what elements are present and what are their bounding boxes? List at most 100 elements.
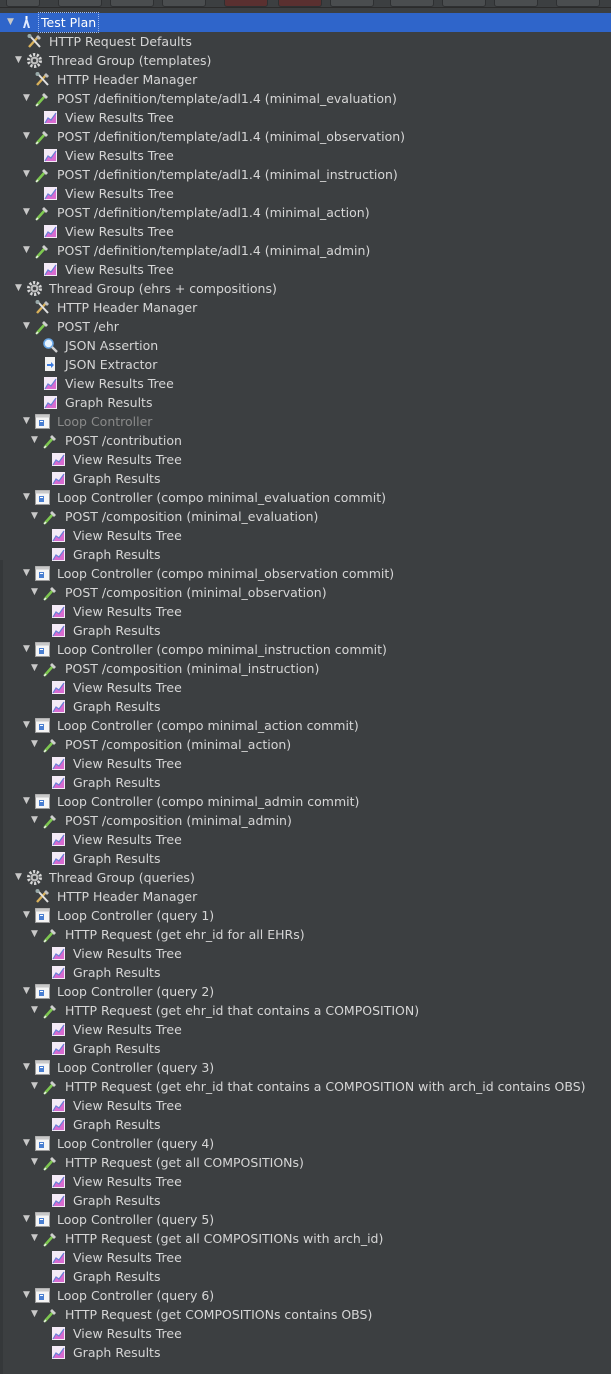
expand-toggle-icon[interactable]: ▼ (21, 1134, 32, 1153)
expand-toggle-icon[interactable]: ▼ (29, 431, 40, 450)
toolbar-button[interactable] (278, 0, 322, 7)
http-header-manager-node[interactable]: HTTP Header Manager (0, 70, 611, 89)
graph-results-node[interactable]: Graph Results (0, 849, 611, 868)
expand-toggle-icon[interactable]: ▼ (29, 735, 40, 754)
sampler-node[interactable]: ▼ HTTP Request (get ehr_id that contains … (0, 1077, 611, 1096)
view-results-tree-node[interactable]: View Results Tree (0, 1324, 611, 1343)
json-assertion-node[interactable]: JSON Assertion (0, 336, 611, 355)
expand-toggle-icon[interactable]: ▼ (21, 640, 32, 659)
expand-toggle-icon[interactable]: ▼ (5, 13, 16, 32)
expand-toggle-icon[interactable]: ▼ (21, 89, 32, 108)
loop-controller-node[interactable]: ▼ Loop Controller (query 3) (0, 1058, 611, 1077)
expand-toggle-icon[interactable]: ▼ (13, 51, 24, 70)
loop-controller-node[interactable]: ▼ Loop Controller (0, 412, 611, 431)
graph-results-node[interactable]: Graph Results (0, 1115, 611, 1134)
graph-results-node[interactable]: Graph Results (0, 1343, 611, 1362)
expand-toggle-icon[interactable]: ▼ (21, 1058, 32, 1077)
view-results-tree-node[interactable]: View Results Tree (0, 374, 611, 393)
view-results-tree-node[interactable]: View Results Tree (0, 1248, 611, 1267)
sampler-node[interactable]: ▼ POST /contribution (0, 431, 611, 450)
graph-results-node[interactable]: Graph Results (0, 1039, 611, 1058)
toolbar-button[interactable] (442, 0, 486, 7)
view-results-tree-node[interactable]: View Results Tree (0, 944, 611, 963)
expand-toggle-icon[interactable]: ▼ (21, 165, 32, 184)
sampler-node[interactable]: ▼ POST /definition/template/adl1.4 (minim… (0, 127, 611, 146)
expand-toggle-icon[interactable]: ▼ (21, 241, 32, 260)
graph-results-node[interactable]: Graph Results (0, 773, 611, 792)
view-results-tree-node[interactable]: View Results Tree (0, 678, 611, 697)
sampler-node[interactable]: ▼ HTTP Request (get ehr_id for all EHRs) (0, 925, 611, 944)
sampler-node[interactable]: ▼ POST /definition/template/adl1.4 (minim… (0, 165, 611, 184)
sampler-node[interactable]: ▼ POST /composition (minimal_admin) (0, 811, 611, 830)
view-results-tree-node[interactable]: View Results Tree (0, 1172, 611, 1191)
graph-results-node[interactable]: Graph Results (0, 963, 611, 982)
expand-toggle-icon[interactable]: ▼ (21, 792, 32, 811)
view-results-tree-node[interactable]: View Results Tree (0, 260, 611, 279)
graph-results-node[interactable]: Graph Results (0, 1267, 611, 1286)
http-header-manager-node[interactable]: HTTP Header Manager (0, 298, 611, 317)
sampler-node[interactable]: ▼ POST /definition/template/adl1.4 (minim… (0, 89, 611, 108)
expand-toggle-icon[interactable]: ▼ (29, 1001, 40, 1020)
view-results-tree-node[interactable]: View Results Tree (0, 602, 611, 621)
sampler-node[interactable]: ▼ HTTP Request (get COMPOSITIONs contains… (0, 1305, 611, 1324)
view-results-tree-node[interactable]: View Results Tree (0, 222, 611, 241)
loop-controller-node[interactable]: ▼ Loop Controller (query 6) (0, 1286, 611, 1305)
view-results-tree-node[interactable]: View Results Tree (0, 1020, 611, 1039)
sampler-node[interactable]: ▼ HTTP Request (get all COMPOSITIONs) (0, 1153, 611, 1172)
sampler-node[interactable]: ▼ POST /definition/template/adl1.4 (minim… (0, 241, 611, 260)
expand-toggle-icon[interactable]: ▼ (21, 488, 32, 507)
sampler-node[interactable]: ▼ HTTP Request (get all COMPOSITIONs with… (0, 1229, 611, 1248)
view-results-tree-node[interactable]: View Results Tree (0, 754, 611, 773)
toolbar-button[interactable] (224, 0, 268, 7)
expand-toggle-icon[interactable]: ▼ (13, 279, 24, 298)
toolbar-button[interactable] (556, 0, 600, 7)
expand-toggle-icon[interactable]: ▼ (29, 1153, 40, 1172)
loop-controller-node[interactable]: ▼ Loop Controller (compo minimal_admin co… (0, 792, 611, 811)
graph-results-node[interactable]: Graph Results (0, 393, 611, 412)
expand-toggle-icon[interactable]: ▼ (13, 868, 24, 887)
loop-controller-node[interactable]: ▼ Loop Controller (query 4) (0, 1134, 611, 1153)
toolbar-button[interactable] (58, 0, 102, 7)
loop-controller-node[interactable]: ▼ Loop Controller (compo minimal_instruct… (0, 640, 611, 659)
loop-controller-node[interactable]: ▼ Loop Controller (query 5) (0, 1210, 611, 1229)
sampler-node[interactable]: ▼ POST /definition/template/adl1.4 (minim… (0, 203, 611, 222)
http-request-defaults-node[interactable]: HTTP Request Defaults (0, 32, 611, 51)
expand-toggle-icon[interactable]: ▼ (29, 1229, 40, 1248)
sampler-node[interactable]: ▼ POST /composition (minimal_instruction) (0, 659, 611, 678)
sampler-node[interactable]: ▼ HTTP Request (get ehr_id that contains … (0, 1001, 611, 1020)
expand-toggle-icon[interactable]: ▼ (21, 564, 32, 583)
expand-toggle-icon[interactable]: ▼ (21, 203, 32, 222)
graph-results-node[interactable]: Graph Results (0, 621, 611, 640)
thread-group-node[interactable]: ▼ Thread Group (queries) (0, 868, 611, 887)
graph-results-node[interactable]: Graph Results (0, 469, 611, 488)
sampler-node[interactable]: ▼ POST /composition (minimal_observation) (0, 583, 611, 602)
json-extractor-node[interactable]: JSON Extractor (0, 355, 611, 374)
view-results-tree-node[interactable]: View Results Tree (0, 830, 611, 849)
toolbar-button[interactable] (6, 0, 40, 7)
expand-toggle-icon[interactable]: ▼ (21, 716, 32, 735)
view-results-tree-node[interactable]: View Results Tree (0, 108, 611, 127)
view-results-tree-node[interactable]: View Results Tree (0, 184, 611, 203)
http-header-manager-node[interactable]: HTTP Header Manager (0, 887, 611, 906)
expand-toggle-icon[interactable]: ▼ (21, 1210, 32, 1229)
expand-toggle-icon[interactable]: ▼ (21, 982, 32, 1001)
expand-toggle-icon[interactable]: ▼ (29, 811, 40, 830)
loop-controller-node[interactable]: ▼ Loop Controller (query 2) (0, 982, 611, 1001)
expand-toggle-icon[interactable]: ▼ (29, 583, 40, 602)
view-results-tree-node[interactable]: View Results Tree (0, 450, 611, 469)
expand-toggle-icon[interactable]: ▼ (29, 659, 40, 678)
loop-controller-node[interactable]: ▼ Loop Controller (query 1) (0, 906, 611, 925)
toolbar-button[interactable] (390, 0, 434, 7)
expand-toggle-icon[interactable]: ▼ (29, 507, 40, 526)
toolbar-button[interactable] (330, 0, 374, 7)
loop-controller-node[interactable]: ▼ Loop Controller (compo minimal_action c… (0, 716, 611, 735)
view-results-tree-node[interactable]: View Results Tree (0, 1096, 611, 1115)
expand-toggle-icon[interactable]: ▼ (29, 1305, 40, 1324)
graph-results-node[interactable]: Graph Results (0, 697, 611, 716)
toolbar-button[interactable] (494, 0, 538, 7)
sampler-node[interactable]: ▼ POST /composition (minimal_action) (0, 735, 611, 754)
test-plan-node[interactable]: ▼ Test Plan (0, 12, 611, 33)
thread-group-node[interactable]: ▼ Thread Group (templates) (0, 51, 611, 70)
graph-results-node[interactable]: Graph Results (0, 545, 611, 564)
toolbar-button[interactable] (110, 0, 154, 7)
